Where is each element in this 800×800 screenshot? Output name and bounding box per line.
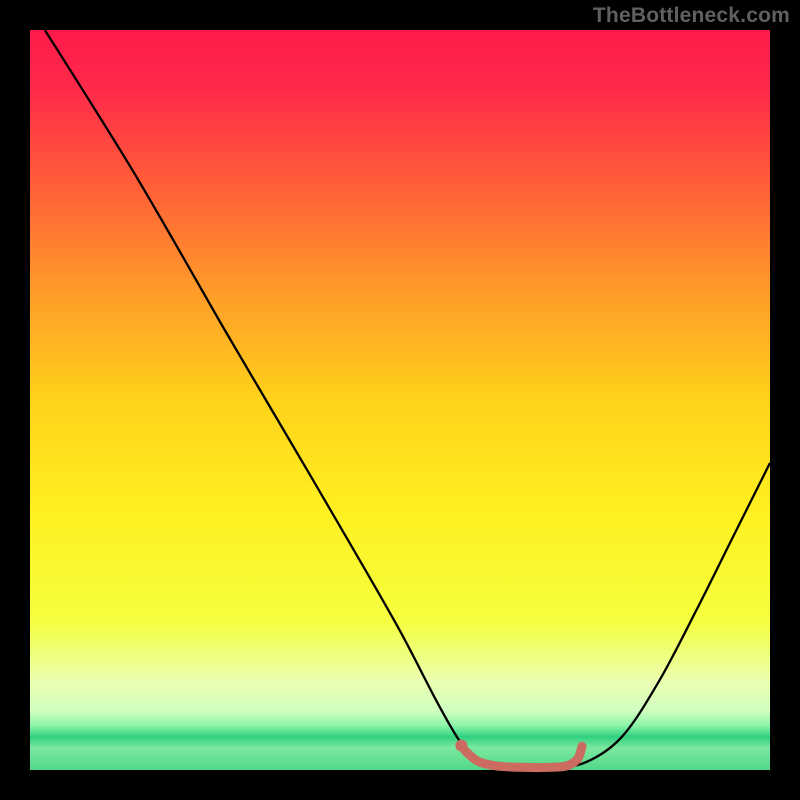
optimum-marker-dot (455, 740, 467, 752)
watermark-text: TheBottleneck.com (593, 4, 790, 28)
chart-container: TheBottleneck.com (0, 0, 800, 800)
plot-background (30, 30, 770, 770)
bottleneck-chart (0, 0, 800, 800)
